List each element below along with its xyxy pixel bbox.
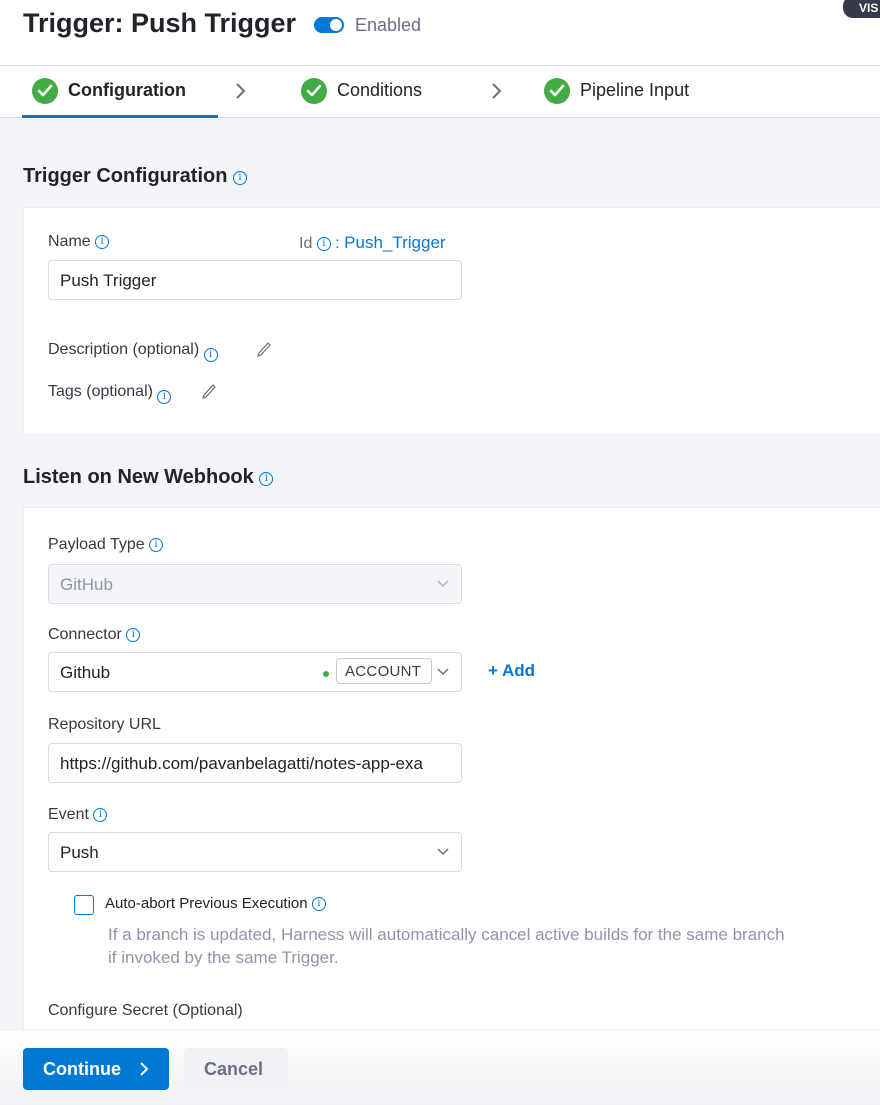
id-separator: :	[335, 235, 340, 252]
tab-label: Conditions	[337, 80, 423, 100]
auto-abort-label: Auto-abort Previous Execution i	[105, 895, 326, 912]
add-connector-link[interactable]: + Add	[488, 661, 535, 681]
payload-type-label-text: Payload Type	[48, 536, 145, 553]
chevron-down-icon	[437, 580, 449, 588]
info-icon[interactable]: i	[233, 171, 247, 185]
chevron-down-icon	[437, 848, 449, 856]
description-label-text: Description (optional)	[48, 341, 200, 358]
auto-abort-checkbox[interactable]	[74, 895, 94, 915]
enabled-toggle[interactable]	[314, 17, 344, 33]
help-line: if invoked by the same Trigger.	[108, 948, 339, 967]
help-line: If a branch is updated, Harness will aut…	[108, 925, 785, 944]
tab-label: Configuration	[68, 80, 186, 100]
active-tab-indicator	[22, 115, 218, 118]
connector-scope-badge: ACCOUNT	[336, 658, 432, 684]
chevron-right-icon	[140, 1062, 149, 1076]
name-label: Name i	[48, 233, 110, 251]
pencil-icon[interactable]	[256, 340, 272, 357]
event-select[interactable]: Push	[48, 832, 462, 872]
info-icon[interactable]: i	[203, 348, 218, 362]
tags-label-text: Tags (optional)	[48, 383, 153, 400]
event-label-text: Event	[48, 806, 89, 823]
cancel-button[interactable]: Cancel	[184, 1048, 288, 1090]
check-circle-icon	[544, 78, 570, 104]
connector-select[interactable]: Github ACCOUNT	[48, 652, 462, 692]
chevron-down-icon	[437, 668, 449, 676]
auto-abort-label-text: Auto-abort Previous Execution	[105, 895, 308, 912]
check-circle-icon	[32, 78, 58, 104]
connector-label-text: Connector	[48, 626, 122, 643]
status-dot-icon	[323, 671, 329, 677]
page-title: Trigger: Push Trigger	[23, 8, 297, 38]
repository-url-label: Repository URL	[48, 716, 161, 733]
tab-conditions[interactable]: Conditions	[301, 66, 481, 118]
page-header: Trigger: Push Trigger Enabled VIS	[0, 0, 880, 66]
section-title-trigger-configuration: Trigger Configuration i	[23, 165, 247, 188]
payload-type-label: Payload Type i	[48, 536, 164, 554]
configure-secret-label: Configure Secret (Optional)	[48, 1002, 243, 1019]
tab-pipeline-input[interactable]: Pipeline Input	[544, 66, 744, 118]
event-value: Push	[60, 843, 99, 862]
name-input[interactable]: Push Trigger	[48, 260, 462, 300]
section-title-text: Trigger Configuration	[23, 165, 228, 187]
pencil-icon[interactable]	[201, 382, 217, 399]
continue-button[interactable]: Continue	[23, 1048, 169, 1090]
check-circle-icon	[301, 78, 327, 104]
payload-type-select: GitHub	[48, 564, 462, 604]
id-display: Id i : Push_Trigger	[299, 233, 446, 253]
info-icon[interactable]: i	[95, 235, 110, 249]
chevron-right-icon	[492, 83, 502, 99]
connector-label: Connector i	[48, 626, 141, 644]
section-title-text: Listen on New Webhook	[23, 466, 254, 488]
auto-abort-help-text: If a branch is updated, Harness will aut…	[108, 923, 878, 969]
info-icon[interactable]: i	[316, 237, 331, 251]
info-icon[interactable]: i	[259, 472, 274, 486]
continue-button-label: Continue	[43, 1059, 121, 1079]
info-icon[interactable]: i	[126, 628, 141, 642]
tab-configuration[interactable]: Configuration	[32, 66, 218, 118]
event-label: Event i	[48, 806, 108, 824]
payload-type-value: GitHub	[60, 575, 113, 594]
name-label-text: Name	[48, 233, 91, 250]
id-label-text: Id	[299, 235, 313, 252]
tab-label: Pipeline Input	[580, 80, 690, 100]
visual-yaml-badge[interactable]: VIS	[843, 0, 880, 18]
section-title-webhook: Listen on New Webhook i	[23, 466, 274, 489]
info-icon[interactable]: i	[311, 897, 326, 911]
tags-label: Tags (optional) i	[48, 383, 172, 404]
connector-value: Github	[60, 663, 111, 682]
info-icon[interactable]: i	[93, 808, 108, 822]
info-icon[interactable]: i	[149, 538, 164, 552]
description-label: Description (optional) i	[48, 341, 218, 362]
id-value[interactable]: Push_Trigger	[344, 233, 445, 252]
wizard-tabs: Configuration Conditions Pipeline Input	[0, 66, 880, 118]
enabled-toggle-label: Enabled	[355, 15, 422, 35]
repository-url-input[interactable]: https://github.com/pavanbelagatti/notes-…	[48, 743, 462, 783]
info-icon[interactable]: i	[157, 390, 172, 404]
chevron-right-icon	[236, 83, 246, 99]
